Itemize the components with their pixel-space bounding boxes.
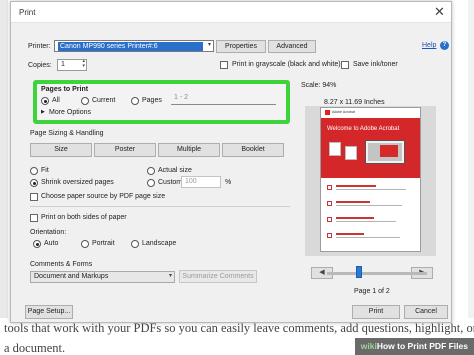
paper-source-checkbox[interactable] [30, 193, 38, 201]
preview-card-icon [345, 146, 357, 160]
orientation-label: Orientation: [30, 229, 67, 236]
page-sizing-heading: Page Sizing & Handling [30, 130, 104, 137]
preview-hero-title: Welcome to Adobe Acrobat [327, 126, 400, 132]
all-radio[interactable] [41, 97, 49, 105]
wikihow-watermark: wikiHow to Print PDF Files [354, 338, 474, 355]
help-icon[interactable]: ? [440, 41, 449, 50]
preview-brand-text: Adobe Acrobat [332, 110, 355, 114]
pages-label: Pages [142, 97, 162, 104]
properties-button[interactable]: Properties [216, 40, 266, 53]
laptop-pane [380, 145, 398, 157]
cancel-button[interactable]: Cancel [404, 305, 448, 319]
tab-size[interactable]: Size [30, 143, 92, 157]
title-bar: Print ✕ [11, 2, 451, 23]
preview-row [327, 214, 415, 230]
advanced-button[interactable]: Advanced [268, 40, 316, 53]
landscape-label: Landscape [142, 240, 177, 247]
pages-radio[interactable] [131, 97, 139, 105]
laptop-icon [365, 140, 405, 164]
both-sides-checkbox[interactable] [30, 214, 38, 222]
custom-scale-radio[interactable] [147, 179, 155, 187]
background-right-strip [468, 0, 474, 318]
both-sides-label: Print on both sides of paper [41, 214, 127, 221]
comments-select[interactable]: Document and Markups ▾ [30, 271, 175, 283]
actual-size-label: Actual size [158, 167, 192, 174]
preview-row [327, 198, 415, 214]
pages-range-input[interactable]: 1 - 2 [171, 93, 276, 105]
custom-scale-value: 100 [185, 178, 197, 185]
page-indicator: Page 1 of 2 [354, 288, 390, 295]
tab-booklet[interactable]: Booklet [222, 143, 284, 157]
preview-list [327, 182, 415, 246]
comments-select-value: Document and Markups [34, 273, 109, 280]
preview-hero: Welcome to Adobe Acrobat [321, 118, 420, 178]
preview-header: Adobe Acrobat [321, 108, 420, 118]
watermark-how: How to Print PDF Files [376, 341, 468, 351]
background-left-strip [0, 0, 8, 318]
shrink-radio[interactable] [30, 179, 38, 187]
custom-scale-input[interactable]: 100 [181, 176, 221, 188]
auto-label: Auto [44, 240, 59, 247]
page-slider-thumb[interactable] [356, 266, 362, 278]
preview-row [327, 230, 415, 246]
grayscale-checkbox[interactable] [220, 61, 228, 69]
copies-input[interactable]: 1 ▴ ▾ [57, 59, 87, 71]
chevron-down-icon: ▾ [207, 42, 211, 48]
preview-row [327, 182, 415, 198]
pages-to-print-heading: Pages to Print [41, 86, 89, 93]
printer-label: Printer: [28, 43, 51, 50]
paper-size-label: 8.27 x 11.69 Inches [324, 99, 385, 106]
actual-size-radio[interactable] [147, 167, 155, 175]
comments-forms-heading: Comments & Forms [30, 261, 93, 268]
tab-poster[interactable]: Poster [94, 143, 156, 157]
save-ink-checkbox[interactable] [341, 61, 349, 69]
printer-select[interactable]: Canon MP990 series Printer#:6 ▾ [54, 40, 214, 52]
printer-select-value: Canon MP990 series Printer#:6 [58, 42, 203, 51]
chevron-down-icon: ▾ [168, 273, 172, 279]
grayscale-label: Print in grayscale (black and white) [232, 61, 341, 68]
scale-label: Scale: 94% [301, 82, 337, 89]
print-dialog: Print ✕ Printer: Canon MP990 series Prin… [10, 1, 452, 323]
tab-multiple[interactable]: Multiple [158, 143, 220, 157]
landscape-radio[interactable] [131, 240, 139, 248]
page-setup-button[interactable]: Page Setup... [25, 305, 73, 319]
paper-source-label: Choose paper source by PDF page size [41, 193, 166, 200]
current-radio[interactable] [81, 97, 89, 105]
fit-radio[interactable] [30, 167, 38, 175]
copies-value: 1 [61, 61, 65, 68]
close-icon[interactable]: ✕ [432, 5, 447, 20]
pages-range-value: 1 - 2 [174, 94, 189, 101]
preview-card-icon [329, 142, 341, 156]
more-options-link[interactable]: More Options [49, 109, 91, 116]
watermark-wiki: wiki [360, 341, 377, 351]
copies-label: Copies: [28, 62, 52, 69]
page-preview: Adobe Acrobat Welcome to Adobe Acrobat [320, 107, 421, 252]
page-slider[interactable] [327, 272, 427, 275]
help-link[interactable]: Help [422, 42, 436, 49]
expand-arrow-icon[interactable]: ▶ [41, 109, 45, 115]
shrink-label: Shrink oversized pages [41, 179, 114, 186]
portrait-radio[interactable] [81, 240, 89, 248]
current-label: Current [92, 97, 116, 104]
stepper-icon[interactable]: ▴ ▾ [82, 60, 85, 69]
save-ink-label: Save ink/toner [353, 61, 398, 68]
portrait-label: Portrait [92, 240, 115, 247]
percent-label: % [225, 179, 232, 186]
fit-label: Fit [41, 167, 49, 174]
print-button[interactable]: Print [352, 305, 400, 319]
dialog-title: Print [19, 8, 36, 17]
all-label: All [52, 97, 60, 104]
auto-radio[interactable] [33, 240, 41, 248]
divider [30, 206, 290, 207]
summarize-comments-button[interactable]: Summarize Comments [179, 270, 257, 283]
adobe-logo-icon [325, 110, 330, 115]
